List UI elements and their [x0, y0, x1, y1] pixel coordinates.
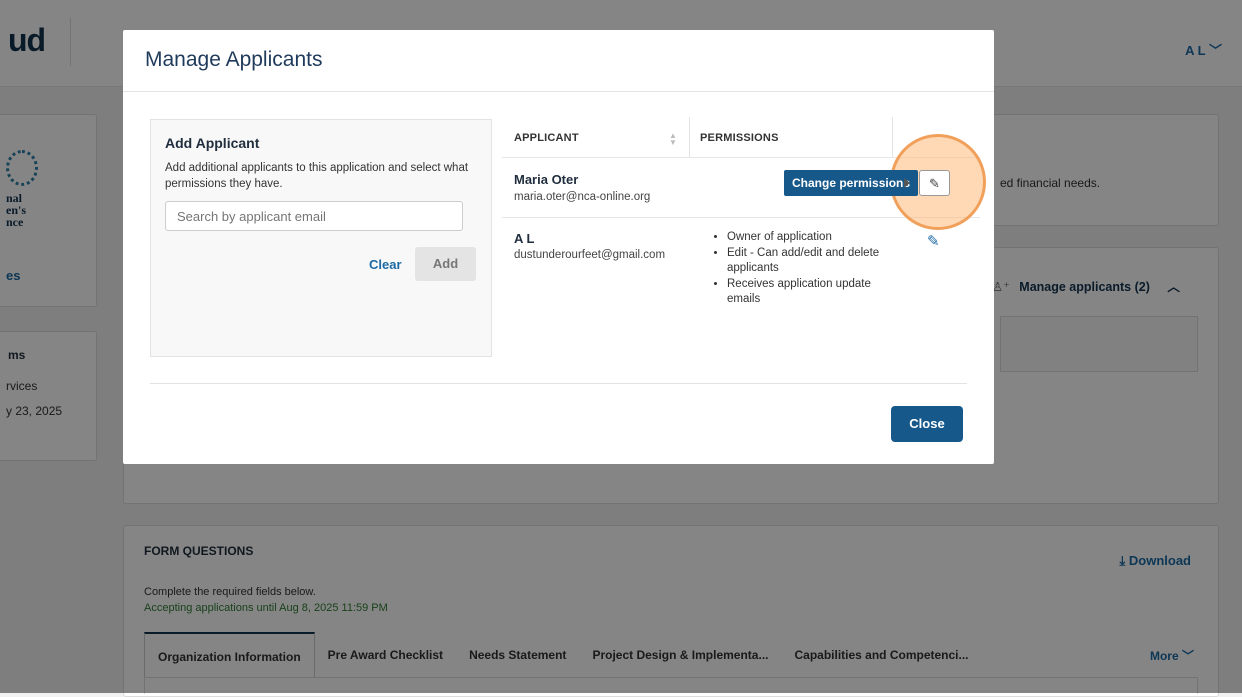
clear-button[interactable]: Clear [369, 257, 402, 272]
add-applicant-panel: Add Applicant Add additional applicants … [150, 119, 492, 357]
add-applicant-description: Add additional applicants to this applic… [165, 162, 469, 190]
add-applicant-title: Add Applicant [165, 135, 260, 151]
permission-item: Edit - Can add/edit and delete applicant… [727, 246, 907, 276]
permission-item: Receives application update emails [727, 277, 907, 307]
sort-icon[interactable]: ▲ ▼ [669, 132, 677, 147]
column-separator [689, 117, 690, 157]
modal-title: Manage Applicants [145, 48, 323, 71]
change-permissions-tooltip: Change permissions [784, 170, 919, 196]
pencil-icon: ✎ [929, 176, 940, 191]
applicant-email: maria.oter@nca-online.org [514, 191, 651, 203]
permissions-column-header: PERMISSIONS [700, 132, 779, 144]
applicant-email: dustunderourfeet@gmail.com [514, 249, 666, 261]
pencil-icon[interactable]: ✎ [927, 232, 940, 250]
applicant-name: Maria Oter [514, 172, 579, 187]
add-button[interactable]: Add [415, 247, 476, 281]
permissions-list: Owner of application Edit - Can add/edit… [715, 230, 907, 308]
permission-item: Owner of application [727, 230, 907, 245]
tooltip-arrow [904, 178, 910, 188]
applicant-name: A L [514, 231, 535, 246]
modal-divider [123, 91, 994, 92]
modal-footer-divider [150, 383, 967, 384]
column-separator [892, 117, 893, 157]
manage-applicants-modal: Manage Applicants Add Applicant Add addi… [123, 30, 994, 464]
close-button[interactable]: Close [891, 406, 963, 442]
applicant-email-search-input[interactable] [165, 201, 463, 231]
edit-permissions-button[interactable]: ✎ [919, 170, 950, 196]
applicant-column-header[interactable]: APPLICANT [514, 132, 579, 144]
